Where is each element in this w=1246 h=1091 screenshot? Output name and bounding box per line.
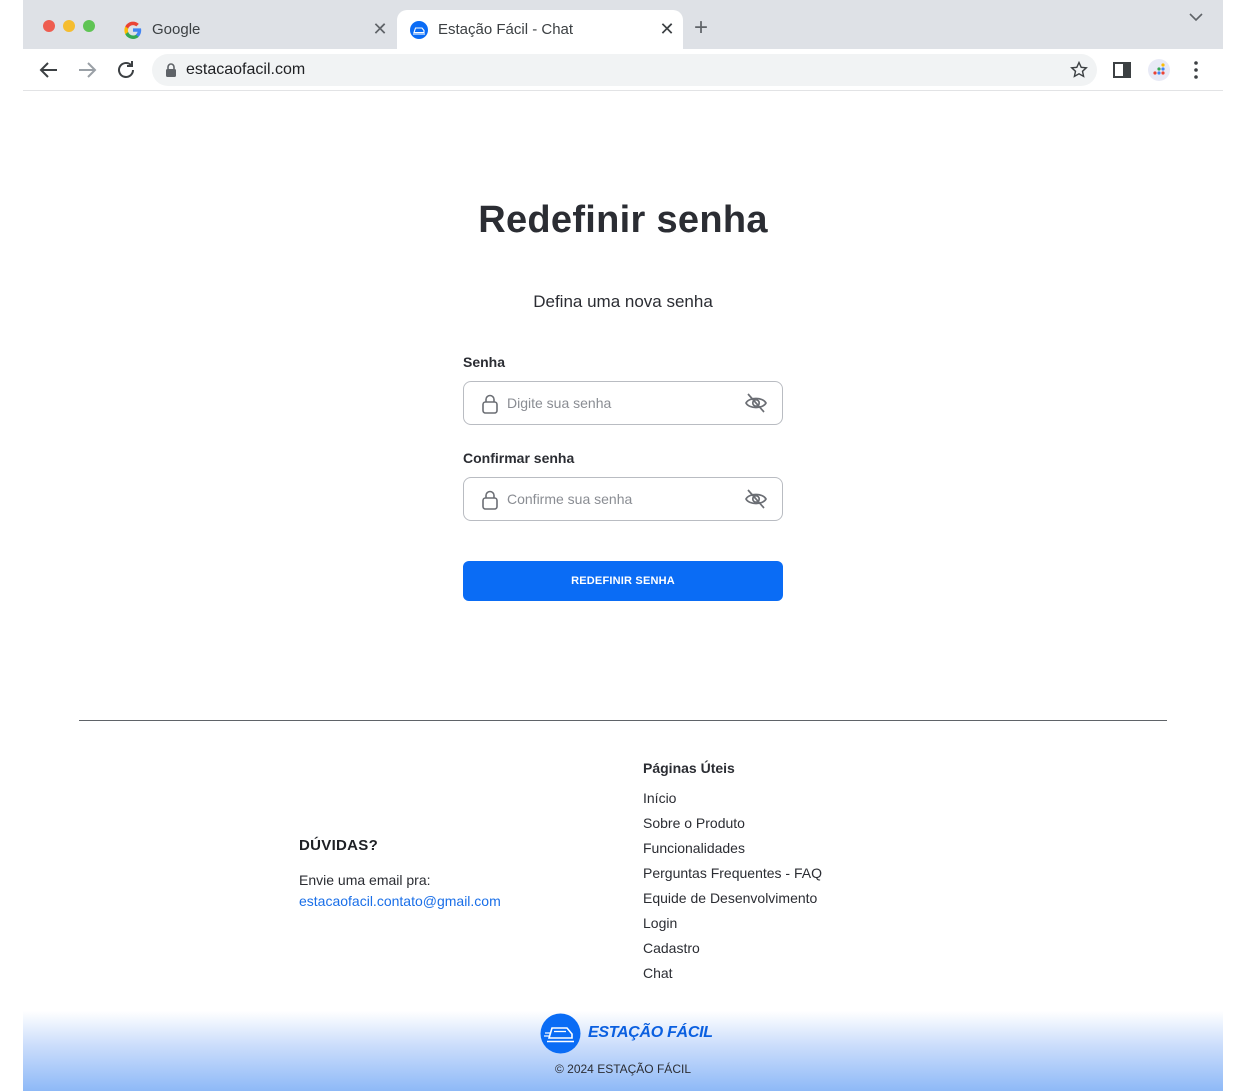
footer-divider	[79, 720, 1167, 721]
footer-link-inicio[interactable]: Início	[643, 790, 822, 815]
copyright-text: © 2024 ESTAÇÃO FÁCIL	[554, 1062, 691, 1076]
url-text: estacaofacil.com	[186, 61, 306, 78]
minimize-window-button[interactable]	[63, 20, 75, 32]
duvidas-heading: DÚVIDAS?	[299, 837, 379, 854]
more-menu-icon[interactable]	[1184, 58, 1208, 82]
footer-link-login[interactable]: Login	[643, 915, 822, 940]
footer-link-sobre[interactable]: Sobre o Produto	[643, 815, 822, 840]
confirm-password-placeholder: Confirme sua senha	[507, 491, 633, 507]
footer-link-equipe[interactable]: Equide de Desenvolvimento	[643, 890, 822, 915]
footer-brand[interactable]: ESTAÇÃO FÁCIL	[540, 1012, 713, 1054]
tab-strip: Google ✕ Estação Fácil - Chat ✕ +	[23, 0, 1223, 49]
browser-window: Google ✕ Estação Fácil - Chat ✕ + estaca…	[23, 0, 1223, 1091]
password-label: Senha	[463, 354, 506, 370]
confirm-password-input[interactable]: Confirme sua senha	[463, 477, 783, 521]
reset-password-button[interactable]: REDEFINIR SENHA	[463, 561, 783, 601]
brand-name: ESTAÇÃO FÁCIL	[588, 1024, 713, 1041]
tab-title: Estação Fácil - Chat	[438, 21, 574, 38]
back-arrow-icon[interactable]	[37, 58, 61, 82]
browser-toolbar: estacaofacil.com	[23, 49, 1223, 91]
page-subtitle: Defina uma nova senha	[533, 292, 713, 311]
footer-link-funcionalidades[interactable]: Funcionalidades	[643, 840, 822, 865]
new-tab-button[interactable]: +	[689, 16, 713, 41]
page-title: Redefinir senha	[478, 199, 768, 241]
bookmark-star-icon[interactable]	[1069, 60, 1089, 80]
footer-link-chat[interactable]: Chat	[643, 965, 822, 990]
side-panel-icon[interactable]	[1110, 58, 1134, 82]
tab-close-icon[interactable]: ✕	[657, 19, 677, 39]
eye-off-icon[interactable]	[744, 392, 768, 414]
chevron-down-icon[interactable]	[1187, 8, 1205, 26]
footer-link-cadastro[interactable]: Cadastro	[643, 940, 822, 965]
footer-link-faq[interactable]: Perguntas Frequentes - FAQ	[643, 865, 822, 890]
google-g-icon	[124, 21, 142, 39]
useful-pages-list: Início Sobre o Produto Funcionalidades P…	[643, 790, 822, 990]
duvidas-text: Envie uma email pra:	[299, 872, 431, 888]
maximize-window-button[interactable]	[83, 20, 95, 32]
train-logo-icon	[540, 1013, 581, 1053]
tab-google[interactable]: Google ✕	[111, 10, 396, 49]
eye-off-icon[interactable]	[744, 488, 768, 510]
tab-estacao-facil-chat[interactable]: Estação Fácil - Chat ✕	[397, 10, 683, 49]
close-window-button[interactable]	[43, 20, 55, 32]
confirm-password-label: Confirmar senha	[463, 450, 575, 466]
forward-arrow-icon[interactable]	[75, 58, 99, 82]
lock-icon	[166, 63, 176, 77]
lock-icon	[482, 394, 498, 414]
password-input[interactable]: Digite sua senha	[463, 381, 783, 425]
profile-avatar-icon[interactable]	[1147, 58, 1171, 82]
tab-title: Google	[152, 21, 201, 38]
reload-icon[interactable]	[114, 58, 138, 82]
lock-icon	[482, 490, 498, 510]
estacao-facil-icon	[410, 21, 428, 39]
password-placeholder: Digite sua senha	[507, 395, 612, 411]
tab-close-icon[interactable]: ✕	[370, 19, 390, 39]
contact-email-link[interactable]: estacaofacil.contato@gmail.com	[299, 893, 501, 909]
useful-pages-heading: Páginas Úteis	[643, 760, 735, 776]
page-content: Redefinir senha Defina uma nova senha Se…	[23, 91, 1223, 1091]
address-bar[interactable]: estacaofacil.com	[152, 54, 1097, 86]
